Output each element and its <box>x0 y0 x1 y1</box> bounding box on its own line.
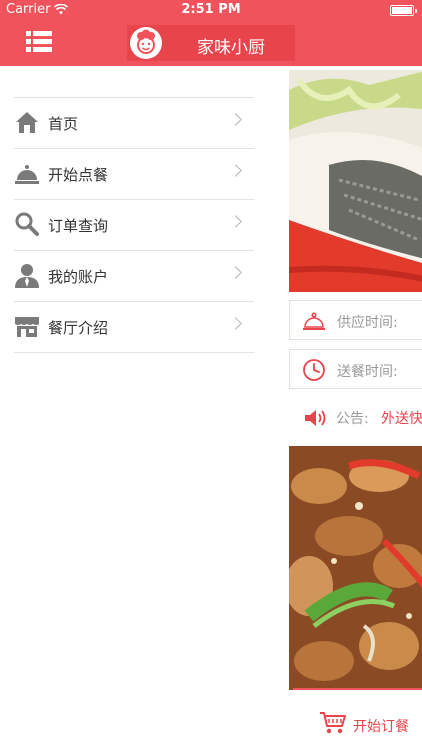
menu-item-order-lookup[interactable]: 订单查询 <box>14 200 254 251</box>
speaker-icon <box>305 410 326 426</box>
cloche-icon <box>15 165 39 184</box>
chevron-right-icon <box>229 113 242 126</box>
chevron-right-icon <box>229 317 242 330</box>
delivery-time-row: 送餐时间: <box>289 349 422 389</box>
hero-food-image <box>289 70 422 292</box>
app-title: 家味小厨 <box>197 38 265 58</box>
menu-item-home[interactable]: 首页 <box>14 98 254 149</box>
menu-toggle-button[interactable] <box>26 31 52 53</box>
notice-text: 外送快 <box>381 411 422 427</box>
chevron-right-icon <box>229 266 242 279</box>
chef-logo-icon <box>130 27 162 59</box>
divider <box>293 688 422 690</box>
menu-item-label: 餐厅介绍 <box>48 319 109 337</box>
menu-item-label: 开始点餐 <box>48 166 109 184</box>
menu-item-label: 订单查询 <box>48 217 109 235</box>
side-menu: 首页 开始点餐 订单查询 我的账户 餐厅介绍 <box>14 97 254 353</box>
supply-time-row: 供应时间: <box>289 300 422 340</box>
nav-bar: 家味小厨 <box>0 20 422 66</box>
status-bar: Carrier 2:51 PM <box>0 0 422 20</box>
menu-item-my-account[interactable]: 我的账户 <box>14 251 254 302</box>
search-icon <box>15 212 39 236</box>
user-icon <box>15 264 39 288</box>
cloche-icon <box>303 312 325 330</box>
supply-time-label: 供应时间: <box>337 315 398 331</box>
menu-item-start-order[interactable]: 开始点餐 <box>14 149 254 200</box>
clock-icon <box>303 359 325 381</box>
dish-image <box>289 446 422 690</box>
menu-item-restaurant-intro[interactable]: 餐厅介绍 <box>14 302 254 353</box>
notice-bar: 公告: 外送快 <box>289 400 422 434</box>
storefront-icon <box>15 317 39 337</box>
menu-item-label: 首页 <box>48 115 79 133</box>
menu-item-label: 我的账户 <box>48 268 109 286</box>
battery-icon <box>390 5 417 16</box>
start-order-label: 开始订餐 <box>353 719 409 735</box>
chevron-right-icon <box>229 164 242 177</box>
chevron-right-icon <box>229 215 242 228</box>
title-box: 家味小厨 <box>127 25 295 61</box>
notice-label: 公告: <box>336 411 369 427</box>
main-content-panel[interactable]: 供应时间: 送餐时间: 公告: 外送快 开始订餐 <box>289 66 422 750</box>
clock: 2:51 PM <box>181 2 241 17</box>
cart-icon <box>320 712 346 734</box>
home-icon <box>16 112 38 133</box>
delivery-time-label: 送餐时间: <box>337 364 398 380</box>
